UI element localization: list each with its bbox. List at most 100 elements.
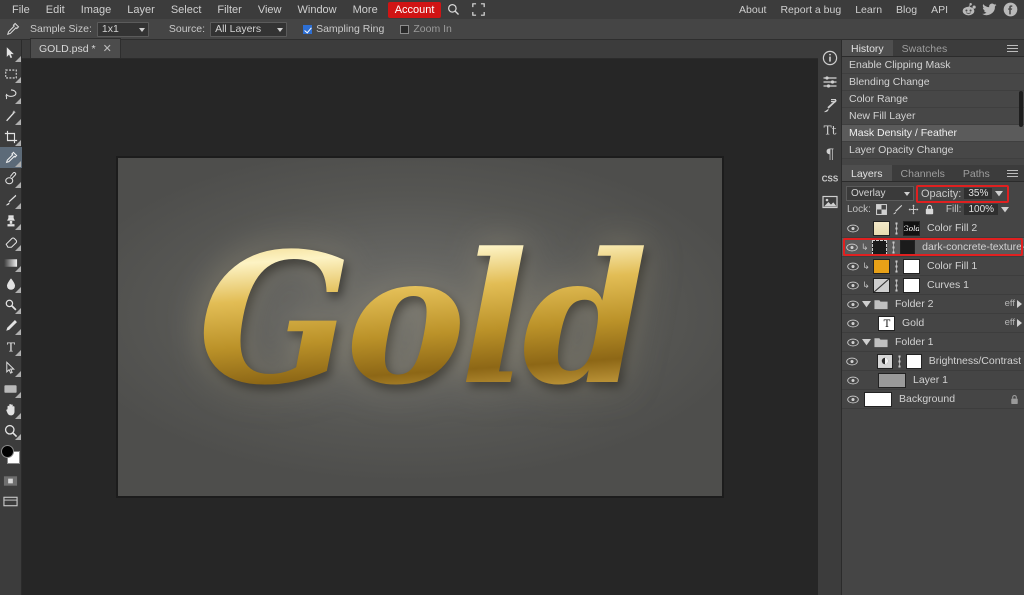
layer-name[interactable]: Curves 1 xyxy=(927,279,969,291)
layer-thumbnail-type[interactable]: T xyxy=(878,315,895,331)
menu-item-image[interactable]: Image xyxy=(73,2,120,18)
blend-mode-dropdown[interactable]: Overlay xyxy=(846,186,914,201)
quick-mask-icon[interactable] xyxy=(0,470,22,491)
layer-thumbnail[interactable] xyxy=(873,220,890,236)
history-panel-menu-icon[interactable] xyxy=(1007,42,1020,54)
group-expand-chevron-icon[interactable] xyxy=(862,338,871,346)
shape-tool[interactable] xyxy=(0,378,22,399)
menu-item-report-a-bug[interactable]: Report a bug xyxy=(773,2,848,18)
layer-name[interactable]: Color Fill 1 xyxy=(927,260,977,272)
menu-item-layer[interactable]: Layer xyxy=(119,2,163,18)
layer-name[interactable]: Color Fill 2 xyxy=(927,222,977,234)
menu-item-blog[interactable]: Blog xyxy=(889,2,924,18)
css-icon[interactable]: CSS xyxy=(818,166,842,190)
menu-item-learn[interactable]: Learn xyxy=(848,2,889,18)
history-scrollbar[interactable] xyxy=(1019,91,1023,127)
history-entry[interactable]: Layer Opacity Change xyxy=(842,142,1024,159)
tab-paths[interactable]: Paths xyxy=(954,165,999,181)
menu-item-file[interactable]: File xyxy=(4,2,38,18)
eye-icon[interactable] xyxy=(846,300,859,309)
history-entry[interactable]: Enable Clipping Mask xyxy=(842,57,1024,74)
chevron-down-icon[interactable] xyxy=(995,190,1004,197)
sampling-ring-checkbox-box[interactable] xyxy=(303,24,313,34)
facebook-icon[interactable] xyxy=(1002,2,1018,18)
link-icon[interactable] xyxy=(896,354,903,368)
zoom-in-checkbox-box[interactable] xyxy=(400,24,410,34)
layer-row-gold[interactable]: T Gold eff xyxy=(842,314,1024,333)
group-expand-chevron-icon[interactable] xyxy=(862,300,871,308)
magic-wand-tool[interactable] xyxy=(0,105,22,126)
sampling-ring-checkbox[interactable]: Sampling Ring xyxy=(303,23,384,35)
source-dropdown[interactable]: All Layers xyxy=(210,21,288,37)
link-icon[interactable] xyxy=(893,221,900,235)
tab-channels[interactable]: Channels xyxy=(892,165,954,181)
fill-value[interactable]: 100% xyxy=(964,204,999,215)
menu-item-api[interactable]: API xyxy=(924,2,955,18)
opacity-field[interactable]: Opacity: 35% xyxy=(916,184,1010,203)
history-entry[interactable]: Color Range xyxy=(842,91,1024,108)
tab-history[interactable]: History xyxy=(842,40,893,56)
eye-icon[interactable] xyxy=(846,395,859,404)
layer-name[interactable]: Folder 1 xyxy=(895,336,934,348)
menu-item-filter[interactable]: Filter xyxy=(209,2,249,18)
lock-transparent-pixels-icon[interactable] xyxy=(875,204,887,215)
menu-item-edit[interactable]: Edit xyxy=(38,2,73,18)
layer-name[interactable]: Layer 1 xyxy=(913,374,948,386)
path-selection-tool[interactable] xyxy=(0,357,22,378)
layer-name[interactable]: Background xyxy=(899,393,955,405)
menu-item-select[interactable]: Select xyxy=(163,2,210,18)
clone-stamp-tool[interactable] xyxy=(0,210,22,231)
menu-item-window[interactable]: Window xyxy=(290,2,345,18)
eye-icon[interactable] xyxy=(846,224,859,233)
opacity-value[interactable]: 35% xyxy=(964,188,993,199)
layer-row-curves-1[interactable]: ↳ Curves 1 xyxy=(842,276,1024,295)
layer-mask-thumbnail[interactable]: Gold xyxy=(903,220,920,236)
tab-swatches[interactable]: Swatches xyxy=(893,40,957,56)
close-icon[interactable]: ✕ xyxy=(101,42,114,55)
effects-expand-arrow-icon[interactable] xyxy=(1017,299,1022,308)
layer-row-dark-concrete-texture[interactable]: ↳ dark-concrete-texture-ba xyxy=(842,238,1024,257)
eye-icon[interactable] xyxy=(846,319,859,328)
lock-all-icon[interactable] xyxy=(924,204,935,215)
history-entry[interactable]: Blending Change xyxy=(842,74,1024,91)
layer-name[interactable]: Gold xyxy=(902,317,924,329)
pen-tool[interactable] xyxy=(0,315,22,336)
menu-item-more[interactable]: More xyxy=(345,2,386,18)
link-icon[interactable] xyxy=(890,240,897,254)
eyedropper-tool[interactable] xyxy=(0,147,22,168)
link-icon[interactable] xyxy=(893,259,900,273)
effects-expand-arrow-icon[interactable] xyxy=(1017,318,1022,327)
layer-thumbnail[interactable] xyxy=(876,353,893,369)
zoom-in-checkbox[interactable]: Zoom In xyxy=(400,23,452,35)
document-canvas[interactable]: Gold xyxy=(116,156,724,498)
hand-tool[interactable] xyxy=(0,399,22,420)
character-icon[interactable]: Tt xyxy=(818,118,842,142)
layer-row-color-fill-1[interactable]: ↳ Color Fill 1 xyxy=(842,257,1024,276)
link-icon[interactable] xyxy=(893,278,900,292)
crop-tool[interactable] xyxy=(0,126,22,147)
blend-mode-select[interactable]: Overlay xyxy=(846,186,914,201)
foreground-color-swatch[interactable] xyxy=(0,445,14,458)
layer-thumbnail[interactable] xyxy=(878,372,906,388)
layer-row-color-fill-2[interactable]: Gold Color Fill 2 xyxy=(842,219,1024,238)
blur-tool[interactable] xyxy=(0,273,22,294)
eye-icon[interactable] xyxy=(846,376,859,385)
layer-name[interactable]: dark-concrete-texture-ba xyxy=(922,241,1024,253)
eye-icon[interactable] xyxy=(846,357,858,366)
layers-panel-menu-icon[interactable] xyxy=(1007,167,1020,179)
layer-mask-thumbnail[interactable] xyxy=(905,353,922,369)
brush-presets-icon[interactable] xyxy=(818,94,842,118)
layer-row-background[interactable]: Background xyxy=(842,390,1024,409)
lock-position-icon[interactable] xyxy=(908,204,919,215)
layer-row-folder-2[interactable]: Folder 2 eff xyxy=(842,295,1024,314)
layer-thumbnail[interactable] xyxy=(871,239,887,255)
layer-mask-thumbnail[interactable] xyxy=(899,239,916,255)
image-icon[interactable] xyxy=(818,190,842,214)
healing-brush-tool[interactable] xyxy=(0,168,22,189)
fill-field[interactable]: Fill: 100% xyxy=(946,204,1010,215)
info-icon[interactable] xyxy=(818,46,842,70)
layer-effects-indicator[interactable]: eff xyxy=(1005,317,1022,328)
menu-item-about[interactable]: About xyxy=(732,2,773,18)
move-tool[interactable] xyxy=(0,42,22,63)
type-tool[interactable]: T xyxy=(0,336,22,357)
